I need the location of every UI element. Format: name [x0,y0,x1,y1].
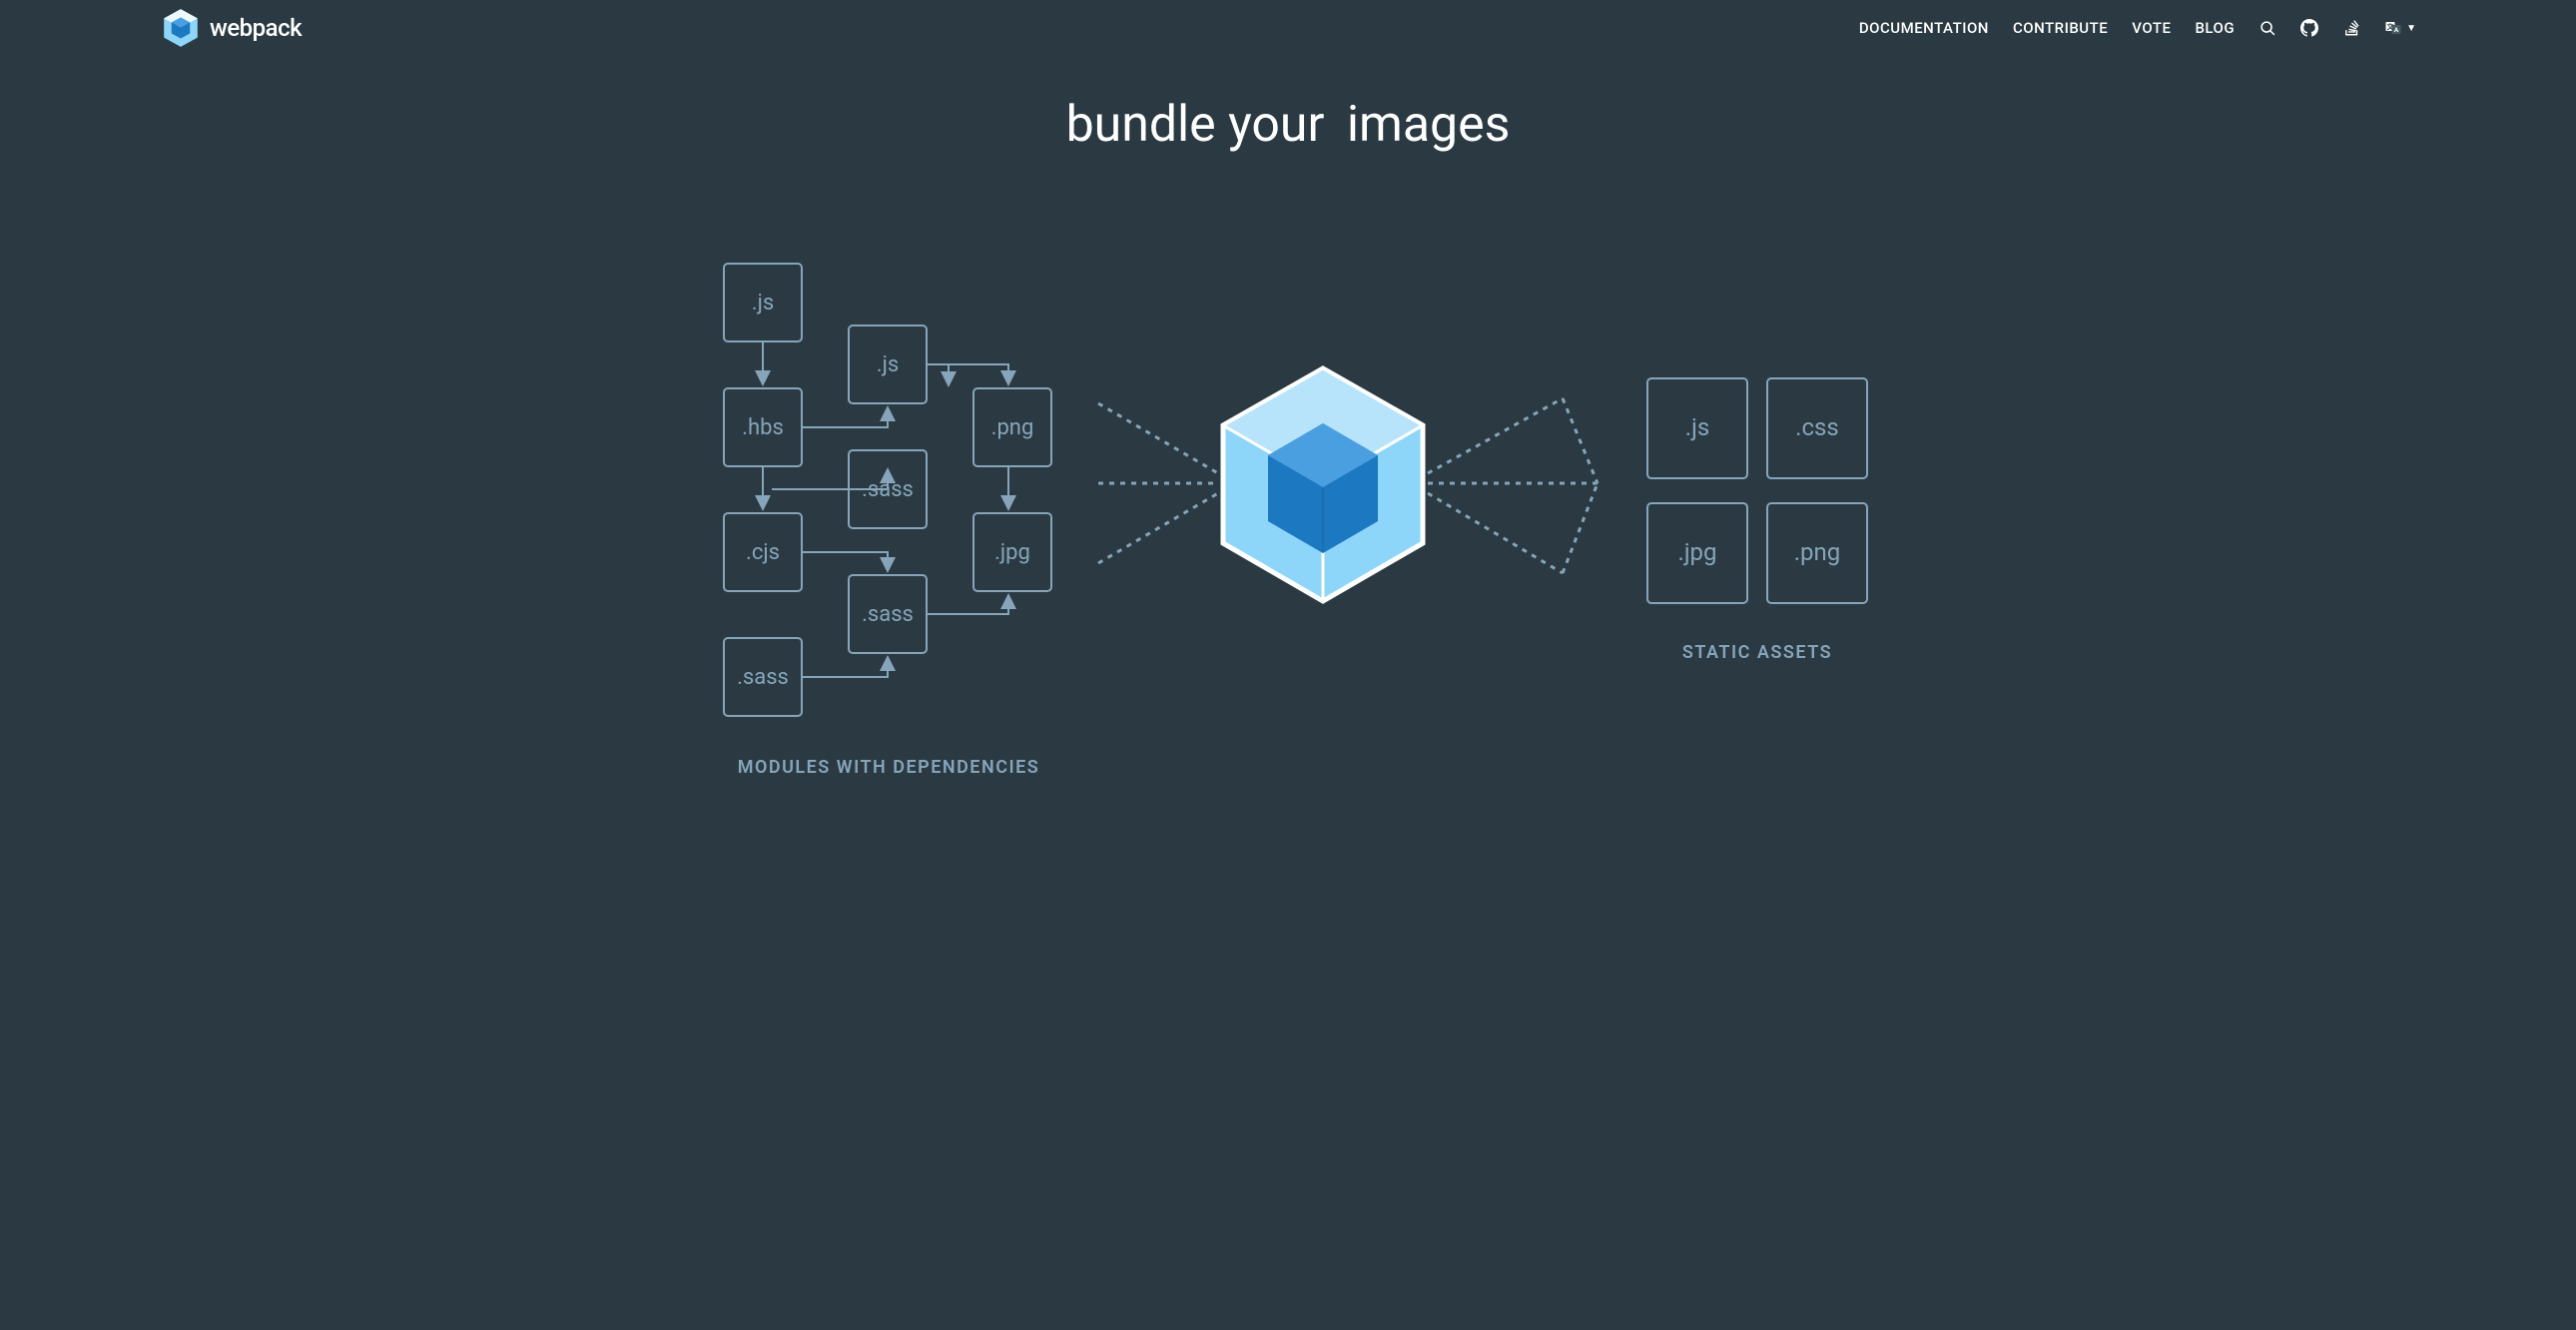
modules-label: MODULES WITH DEPENDENCIES [738,757,1040,778]
output-box-jpg: .jpg [1677,538,1716,566]
site-header: webpack DOCUMENTATION CONTRIBUTE VOTE BL… [0,0,2576,56]
language-icon: 文 A [2384,19,2402,37]
nav-documentation[interactable]: DOCUMENTATION [1859,19,1989,37]
hero-section: bundle your images [0,56,2576,174]
module-box-png: .png [991,415,1034,440]
nav-vote[interactable]: VOTE [2132,19,2171,37]
output-box-js: .js [1685,413,1709,441]
module-box-hbs: .hbs [742,415,784,440]
main-nav: DOCUMENTATION CONTRIBUTE VOTE BLOG 文 A [1859,19,2416,37]
module-box-js-1: .js [752,291,774,316]
assets-label: STATIC ASSETS [1682,642,1832,663]
output-boxes: .js .css .jpg .png [1647,378,1867,603]
logo-text: webpack [210,14,302,42]
svg-text:文: 文 [2386,22,2394,31]
bundle-diagram: .js .js .hbs .png .sass .cjs .jpg .sass … [0,174,2576,863]
svg-text:A: A [2394,26,2399,34]
hero-title: bundle your images [0,96,2576,154]
webpack-cube-icon [1223,368,1423,601]
chevron-down-icon: ▼ [2406,23,2416,34]
nav-blog[interactable]: BLOG [2195,19,2235,37]
logo[interactable]: webpack [160,7,302,49]
hero-dynamic-word: images [1347,96,1511,154]
module-box-jpg: .jpg [994,540,1030,565]
output-box-png: .png [1794,538,1841,566]
module-box-sass-3: .sass [737,665,789,690]
nav-contribute[interactable]: CONTRIBUTE [2013,19,2108,37]
language-selector[interactable]: 文 A ▼ [2384,19,2416,37]
search-icon[interactable] [2258,19,2276,37]
stackoverflow-icon[interactable] [2342,19,2360,37]
module-box-cjs: .cjs [746,540,780,565]
module-box-js-2: .js [877,352,899,377]
output-box-css: .css [1795,413,1839,441]
hero-prefix: bundle your [1066,96,1325,154]
webpack-logo-icon [160,7,202,49]
github-icon[interactable] [2300,19,2318,37]
module-box-sass-2: .sass [862,602,914,627]
